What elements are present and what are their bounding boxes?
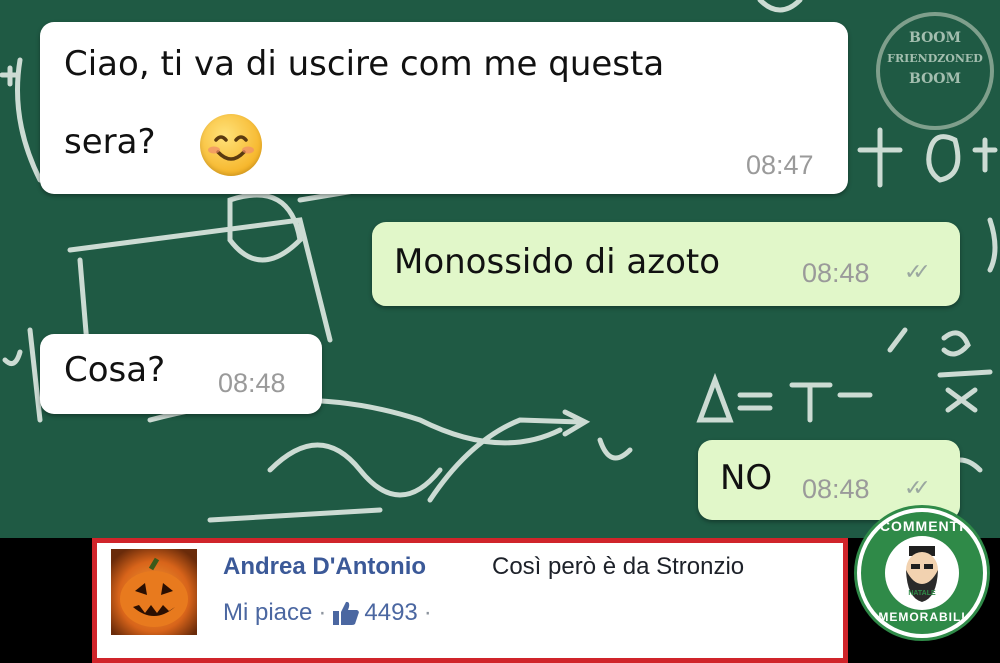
badge-top-text: COMMENTI [879,518,965,534]
badge-center-text: NATALE [908,590,936,597]
message-text: NO [720,458,773,498]
highlighted-comment: Andrea D'Antonio Così però è da Stronzio… [92,538,848,663]
commenti-memorabili-badge: COMMENTI NATALE MEMORABILI [857,508,987,638]
comment-strip: Andrea D'Antonio Così però è da Stronzio… [0,538,1000,663]
badge-center: NATALE [885,536,959,610]
separator: · [318,599,327,626]
pumpkin-avatar[interactable] [111,549,197,635]
watermark-line3: BOOM [909,71,961,87]
message-bubble-incoming[interactable]: Cosa? 08:48 [40,334,322,414]
comment-author[interactable]: Andrea D'Antonio [223,553,426,581]
thumbs-up-icon [333,601,360,625]
separator: · [423,599,432,626]
message-bubble-incoming[interactable]: Ciao, ti va di uscire com me questa sera… [40,22,848,194]
badge-bottom-text: MEMORABILI [878,610,966,624]
smiling-face-emoji-icon [200,114,262,176]
message-text: Cosa? [64,350,166,390]
message-text-line2: sera? [64,122,156,162]
screenshot: BOOM FRIENDZONED BOOM Ciao, ti va di usc… [0,0,1000,663]
message-text: Monossido di azoto [394,242,721,282]
comment-text: Così però è da Stronzio [492,553,745,580]
chat-area: BOOM FRIENDZONED BOOM Ciao, ti va di usc… [0,0,1000,538]
message-timestamp: 08:48 [802,258,870,288]
comment-actions: Mi piace · 4493 · [223,599,438,627]
message-text: Ciao, ti va di uscire com me questa [64,44,665,84]
message-timestamp: 08:47 [746,150,814,180]
message-timestamp: 08:48 [218,368,286,398]
double-check-icon: ✓✓ [904,476,931,501]
friendzoned-watermark: BOOM FRIENDZONED BOOM [876,12,994,130]
like-link[interactable]: Mi piace [223,599,312,627]
message-timestamp: 08:48 [802,474,870,504]
watermark-line2: FRIENDZONED [887,52,983,65]
like-count[interactable]: 4493 [364,599,417,627]
double-check-icon: ✓✓ [904,260,931,285]
message-bubble-outgoing[interactable]: Monossido di azoto 08:48 ✓✓ [372,222,960,306]
watermark-line1: BOOM [909,30,961,46]
bearded-face-icon [906,546,938,602]
